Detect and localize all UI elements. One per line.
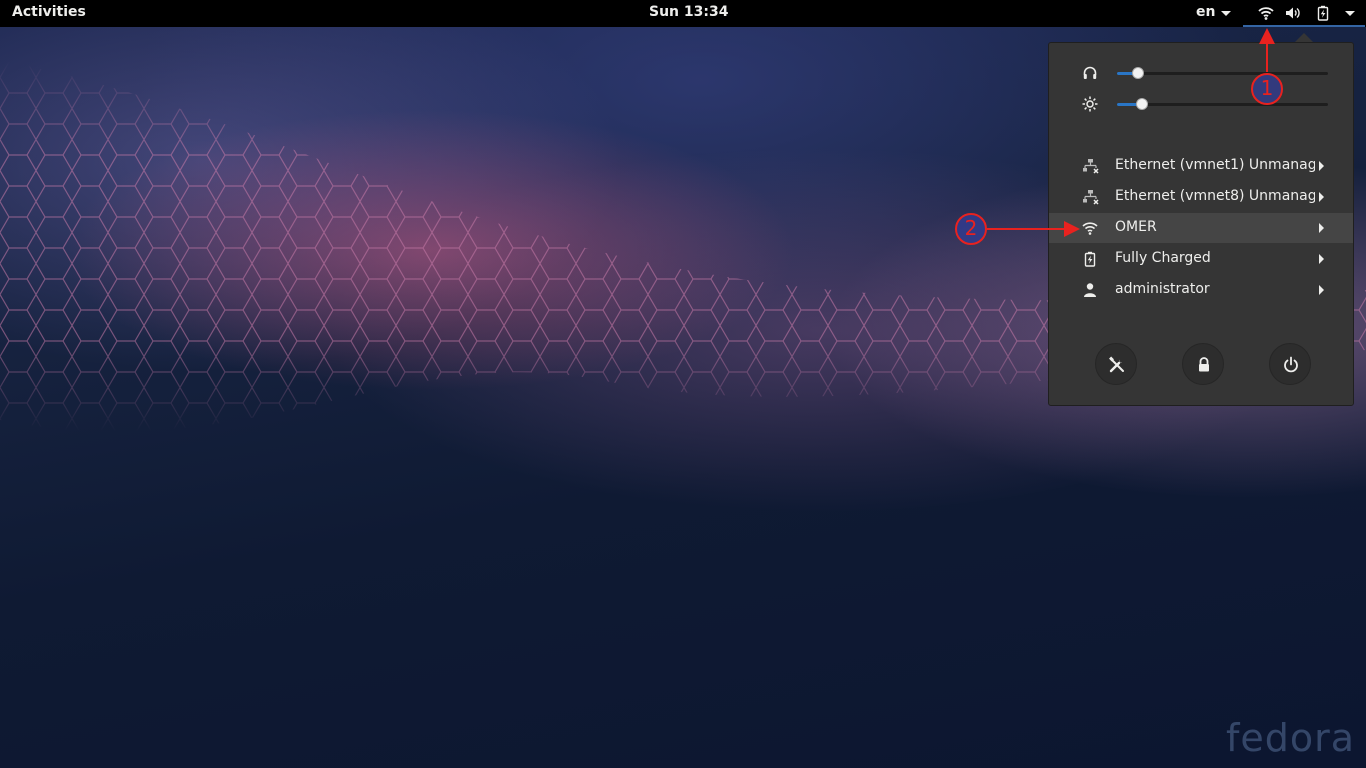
user-icon — [1084, 283, 1096, 297]
top-bar: Activities Sun 13:34 en — [0, 0, 1366, 27]
power-off-button[interactable] — [1269, 343, 1311, 385]
chevron-right-icon — [1319, 161, 1324, 171]
menu-item-label: Fully Charged — [1115, 250, 1211, 266]
slider-handle[interactable] — [1136, 98, 1149, 110]
ethernet-disconnected-icon — [1083, 159, 1099, 174]
chevron-right-icon — [1319, 285, 1324, 295]
battery-icon — [1084, 251, 1096, 267]
keyboard-layout-indicator[interactable]: en — [1196, 4, 1215, 20]
system-menu-popup: Ethernet (vmnet1) Unmanaged Ethernet (vm… — [1048, 42, 1354, 406]
wifi-icon — [1082, 222, 1098, 235]
chevron-right-icon — [1319, 192, 1324, 202]
annotation-marker-2: 2 — [955, 213, 987, 245]
clock[interactable]: Sun 13:34 — [649, 4, 728, 20]
settings-button[interactable] — [1095, 343, 1137, 385]
activities-button[interactable]: Activities — [12, 4, 86, 20]
slider-handle[interactable] — [1132, 67, 1145, 79]
power-icon — [1284, 356, 1298, 373]
menu-item-ethernet-vmnet1[interactable]: Ethernet (vmnet1) Unmanaged — [1049, 151, 1353, 181]
menu-item-label: Ethernet (vmnet1) Unmanaged — [1115, 157, 1315, 173]
chevron-down-icon[interactable] — [1221, 11, 1231, 16]
lock-screen-button[interactable] — [1182, 343, 1224, 385]
fedora-logo: fedora — [1226, 716, 1356, 760]
chevron-down-icon[interactable] — [1345, 11, 1355, 16]
volume-slider[interactable] — [1117, 67, 1328, 79]
brightness-slider[interactable] — [1117, 98, 1328, 110]
battery-icon[interactable] — [1315, 5, 1331, 21]
menu-item-ethernet-vmnet8[interactable]: Ethernet (vmnet8) Unmanaged — [1049, 182, 1353, 212]
brightness-slider-row — [1049, 94, 1355, 114]
ethernet-disconnected-icon — [1083, 190, 1099, 205]
brightness-icon — [1082, 96, 1098, 112]
settings-icon — [1109, 356, 1124, 373]
menu-item-user[interactable]: administrator — [1049, 275, 1353, 305]
menu-item-label: administrator — [1115, 281, 1210, 297]
headphones-icon — [1083, 66, 1097, 79]
menu-item-power[interactable]: Fully Charged — [1049, 244, 1353, 274]
chevron-right-icon — [1319, 254, 1324, 264]
menu-item-label: Ethernet (vmnet8) Unmanaged — [1115, 188, 1315, 204]
lock-icon — [1199, 357, 1209, 372]
menu-item-wifi-omer[interactable]: OMER — [1049, 213, 1353, 243]
volume-icon[interactable] — [1285, 5, 1301, 21]
annotation-marker-1: 1 — [1251, 73, 1283, 105]
chevron-right-icon — [1319, 223, 1324, 233]
menu-item-label: OMER — [1115, 219, 1157, 235]
wifi-icon[interactable] — [1258, 5, 1274, 21]
volume-slider-row — [1049, 63, 1355, 83]
